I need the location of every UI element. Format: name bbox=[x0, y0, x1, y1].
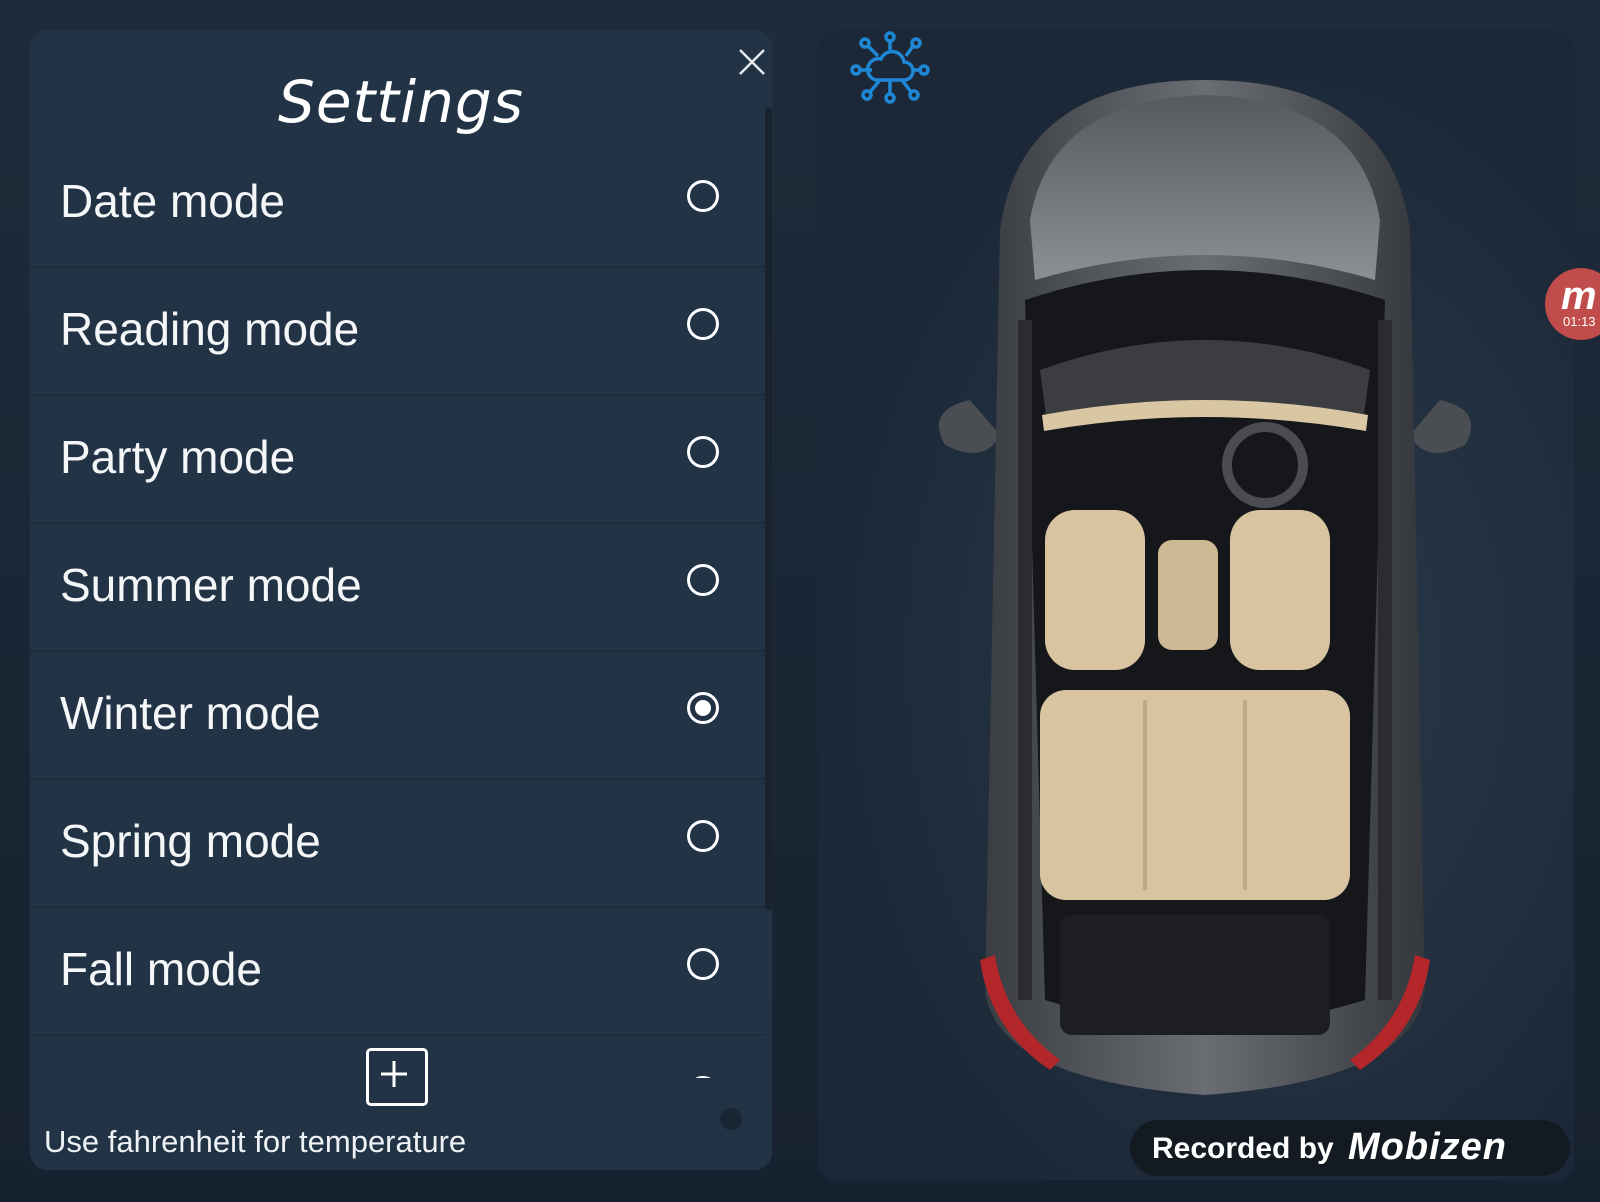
recorder-logo-letter: m bbox=[1561, 274, 1597, 318]
plus-icon bbox=[381, 1061, 407, 1087]
mode-option-reading[interactable]: Reading mode bbox=[30, 268, 765, 396]
radio-button[interactable] bbox=[687, 1076, 719, 1078]
mode-label: Winter mode bbox=[60, 687, 321, 739]
radio-button[interactable] bbox=[687, 436, 719, 468]
mode-option-winter[interactable]: Winter mode bbox=[30, 652, 765, 780]
radio-button[interactable] bbox=[687, 820, 719, 852]
mode-label: Summer mode bbox=[60, 559, 362, 611]
mode-label: Date mode bbox=[60, 175, 286, 227]
mode-option-spring[interactable]: Spring mode bbox=[30, 780, 765, 908]
close-icon bbox=[739, 49, 765, 75]
recorded-by-watermark: Recorded by Mobizen bbox=[1130, 1120, 1570, 1176]
add-mode-button[interactable] bbox=[366, 1048, 428, 1106]
mode-option-fall[interactable]: Fall mode bbox=[30, 908, 765, 1036]
mode-list: Date mode Reading mode Party mode Summer… bbox=[30, 140, 765, 1078]
page-title: Settings bbox=[278, 68, 524, 136]
recorder-timer: 01:13 bbox=[1563, 314, 1596, 329]
mode-label: Fall mode bbox=[60, 943, 262, 995]
mode-option-party[interactable]: Party mode bbox=[30, 396, 765, 524]
settings-panel: Settings Date mode Reading mode Party mo… bbox=[30, 30, 772, 1170]
radio-button[interactable] bbox=[687, 308, 719, 340]
cloud-network-icon bbox=[850, 31, 930, 104]
radio-button-selected[interactable] bbox=[687, 692, 719, 724]
mode-label: Spring mode bbox=[60, 815, 321, 867]
mode-option-date[interactable]: Date mode bbox=[30, 140, 765, 268]
mode-option-summer[interactable]: Summer mode bbox=[30, 524, 765, 652]
car-top-view-image bbox=[938, 80, 1472, 1095]
mode-label: Home mode bbox=[60, 1070, 311, 1078]
mode-label: Reading mode bbox=[60, 303, 360, 355]
fahrenheit-label: Use fahrenheit for temperature bbox=[44, 1124, 467, 1159]
radio-button[interactable] bbox=[687, 180, 719, 212]
fahrenheit-toggle[interactable] bbox=[720, 1108, 742, 1130]
recorded-by-text: Recorded by bbox=[1152, 1132, 1334, 1165]
cloud-network-button[interactable] bbox=[850, 30, 930, 110]
radio-button[interactable] bbox=[687, 564, 719, 596]
radio-button[interactable] bbox=[687, 948, 719, 980]
mobizen-logo: Mobizen bbox=[1348, 1126, 1507, 1168]
close-button[interactable] bbox=[730, 40, 772, 84]
scrollbar[interactable] bbox=[765, 108, 772, 910]
mode-label: Party mode bbox=[60, 431, 296, 483]
